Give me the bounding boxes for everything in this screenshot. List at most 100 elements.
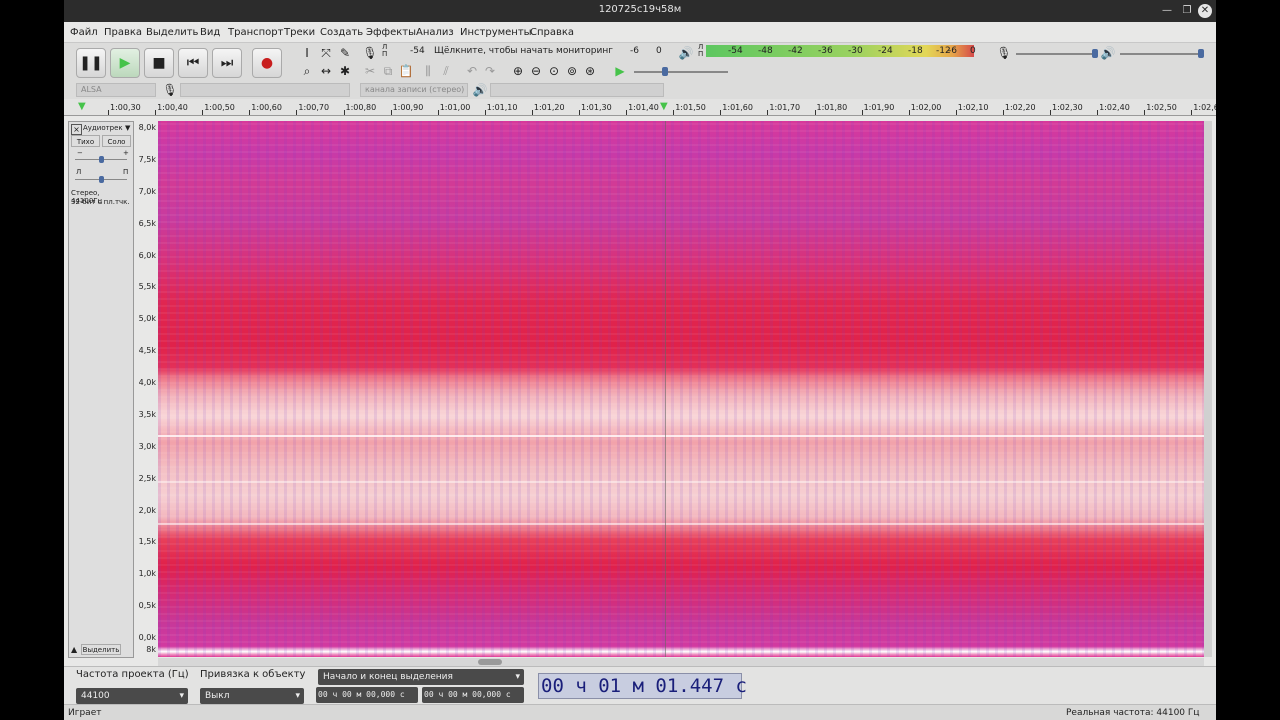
spectrogram-view[interactable] (158, 121, 1204, 657)
skip-to-start-button[interactable]: ⏮ (178, 48, 208, 78)
ruler-tick-mark (579, 110, 580, 115)
menu-effects[interactable]: Эффекты (366, 27, 416, 38)
menu-generate[interactable]: Создать (320, 27, 363, 38)
gain-thumb[interactable] (99, 156, 104, 163)
audio-host-select[interactable]: ALSA (76, 83, 156, 97)
ruler-tick-label: 1:01,50 (675, 103, 706, 112)
ruler-tick-label: 1:00,60 (251, 103, 282, 112)
audio-position-display[interactable]: 00 ч 01 м 01.447 с (538, 673, 747, 699)
menu-select[interactable]: Выделить (146, 27, 198, 38)
menu-view[interactable]: Вид (200, 27, 220, 38)
stop-button[interactable]: ■ (144, 48, 174, 78)
pause-button[interactable]: ❚❚ (76, 48, 106, 78)
frequency-axis: 8,0k 7,5k 7,0k 6,5k 6,0k 5,5k 5,0k 4,5k 4,0k 3,5k… (134, 121, 158, 658)
mute-button[interactable]: Тихо (71, 135, 100, 147)
frequency-tick-label: 0,0k (138, 633, 156, 642)
frequency-tick-label: 2,5k (138, 473, 156, 483)
fit-project-icon[interactable]: ⊚ (564, 63, 580, 79)
ruler-tick-mark (861, 110, 863, 115)
speaker-icon[interactable]: 🔊 (678, 45, 694, 61)
frequency-tick-label: 6,0k (138, 250, 156, 260)
zoom-tool-icon[interactable]: ⌕ (299, 63, 315, 79)
ruler-tick-mark (155, 110, 157, 115)
silence-icon[interactable]: ⫽ (438, 63, 454, 79)
ruler-tick-mark (673, 110, 675, 115)
play-button[interactable]: ▶ (110, 48, 140, 78)
horizontal-scroll-thumb[interactable] (478, 659, 502, 665)
fit-selection-icon[interactable]: ⊙ (546, 63, 562, 79)
play-speed-slider[interactable] (634, 71, 728, 73)
play-at-speed-icon[interactable]: ▶ (612, 63, 628, 79)
draw-tool-icon[interactable]: ✎ (337, 45, 353, 61)
ruler-tick-label: 1:01,30 (581, 103, 612, 112)
microphone-icon[interactable]: 🎙 (362, 45, 378, 61)
recording-channels-select[interactable]: канала записи (стерео) (360, 83, 468, 97)
menu-analyze[interactable]: Анализ (416, 27, 454, 38)
vertical-scrollbar[interactable] (1204, 121, 1212, 657)
track-close-button[interactable]: × (71, 124, 82, 135)
record-volume-slider[interactable] (1016, 53, 1096, 55)
play-level-meter (706, 45, 974, 57)
cut-icon[interactable]: ✂ (362, 63, 378, 79)
select-track-button[interactable]: Выделить (81, 644, 121, 655)
play-speed-thumb[interactable] (662, 67, 668, 76)
menu-help[interactable]: Справка (530, 27, 574, 38)
play-scale-24: -24 (878, 46, 893, 56)
play-scale-36: -36 (818, 46, 833, 56)
ruler-tick-mark (767, 110, 769, 115)
zoom-out-icon[interactable]: ⊖ (528, 63, 544, 79)
frequency-tick-label: 4,0k (138, 378, 156, 387)
undo-icon[interactable]: ↶ (464, 63, 480, 79)
selection-start-time[interactable]: 00 ч 00 м 00,000 с (316, 687, 418, 703)
redo-icon[interactable]: ↷ (482, 63, 498, 79)
copy-icon[interactable]: ⧉ (380, 63, 396, 79)
record-volume-thumb[interactable] (1092, 49, 1098, 58)
trim-icon[interactable]: ⫼ (420, 63, 436, 79)
project-rate-select[interactable]: 44100 ▾ (76, 688, 188, 704)
maximize-button[interactable]: ❐ (1180, 4, 1194, 18)
play-volume-thumb[interactable] (1198, 49, 1204, 58)
playback-device-select[interactable] (490, 83, 664, 97)
solo-button[interactable]: Соло (102, 135, 131, 147)
menu-transport[interactable]: Транспорт (228, 27, 283, 38)
menu-tools[interactable]: Инструменты (460, 27, 532, 38)
selection-tool-icon[interactable]: I (299, 45, 315, 61)
play-region-start-icon[interactable]: ▼ (78, 101, 86, 112)
recording-device-select[interactable] (180, 83, 350, 97)
zoom-in-icon[interactable]: ⊕ (510, 63, 526, 79)
collapse-track-icon[interactable]: ▲ (71, 645, 77, 654)
skip-to-end-button[interactable]: ⏭ (212, 48, 242, 78)
pan-thumb[interactable] (99, 176, 104, 183)
record-button[interactable]: ● (252, 48, 282, 78)
paste-icon[interactable]: 📋 (398, 63, 414, 79)
minimize-button[interactable]: — (1160, 4, 1174, 18)
playhead-marker-icon[interactable]: ▼ (660, 101, 668, 112)
frequency-tick-label: 7,0k (138, 186, 156, 196)
envelope-tool-icon[interactable]: ⤧ (318, 45, 334, 61)
selection-mode-select[interactable]: Начало и конец выделения ▾ (318, 669, 524, 685)
menu-file[interactable]: Файл (70, 27, 98, 38)
multi-tool-icon[interactable]: ✱ (337, 63, 353, 79)
ruler-tick-mark (437, 110, 439, 115)
close-button[interactable]: ✕ (1198, 4, 1212, 18)
menu-edit[interactable]: Правка (104, 27, 142, 38)
ruler-tick-label: 1:00,70 (298, 103, 330, 112)
timeline-ruler[interactable]: ▼ ▼ 1:00,30 1:00,40 1:00,50 1:00,60 1:00,70 1… (64, 99, 1216, 116)
play-volume-slider[interactable] (1120, 53, 1202, 55)
selection-end-time[interactable]: 00 ч 00 м 00,000 с (422, 687, 524, 703)
ruler-tick-label: 1:02,40 (1099, 103, 1130, 112)
track-menu-arrow-icon[interactable]: ▼ (125, 124, 130, 132)
timeshift-tool-icon[interactable]: ↔ (318, 63, 334, 79)
horizontal-scrollbar[interactable] (158, 658, 1204, 666)
zoom-toggle-icon[interactable]: ⊛ (582, 63, 598, 79)
frequency-tick-label: 2,0k (138, 505, 156, 515)
track-name-menu[interactable]: Аудиотрек (83, 124, 123, 132)
snap-to-select[interactable]: Выкл ▾ (200, 688, 304, 704)
record-meter-lr: ЛП (382, 43, 388, 58)
record-scale-left: -54 (410, 46, 425, 56)
frequency-tick-label: 3,0k (138, 441, 156, 451)
ruler-tick-mark (108, 110, 109, 115)
menu-tracks[interactable]: Треки (284, 27, 315, 38)
record-meter-prompt[interactable]: Щёлкните, чтобы начать мониторинг (434, 46, 613, 56)
ruler-tick-mark (1191, 110, 1193, 115)
